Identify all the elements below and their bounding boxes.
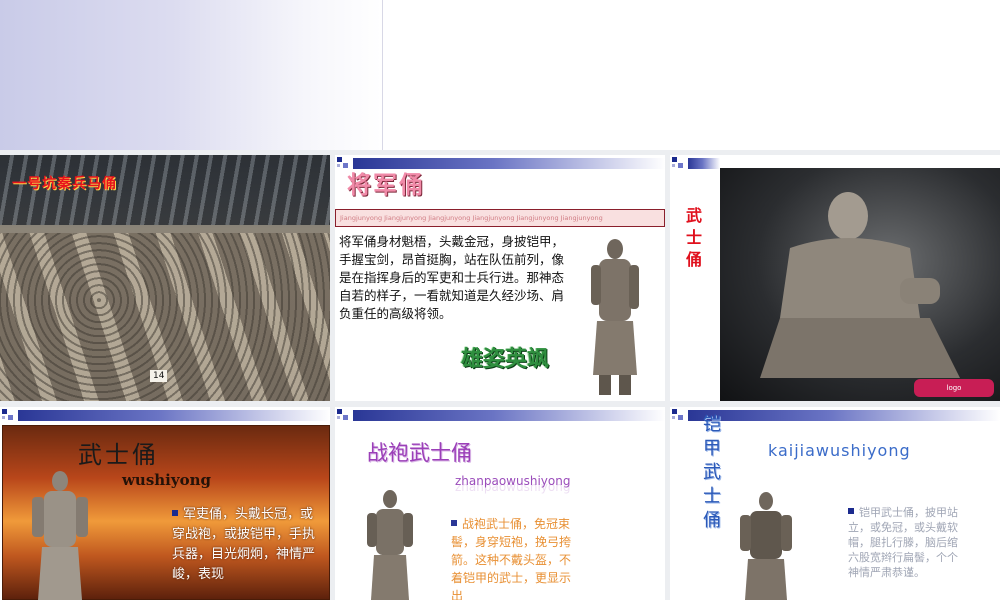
corner-squares-icon [335, 407, 351, 423]
bullet-military-officer: 军吏俑，头戴长冠，或穿战袍，或披铠甲，手执兵器，目光炯炯，神情严峻，表现 [172, 507, 316, 582]
warrior-statue-image [32, 471, 88, 600]
slide-6-pinyin: kaijiawushiyong [768, 441, 911, 460]
site-logo: logo [914, 379, 994, 397]
kneeling-warrior-photo [720, 168, 1000, 401]
slide-6-vertical-title: 铠甲武士俑 [703, 414, 721, 531]
bullet-robed-warrior: 战袍武士俑，免冠束髻，身穿短袍，挽弓挎箭。这种不戴头盔，不着铠甲的武士，更显示出 [451, 517, 572, 600]
photo-number-badge: 14 [150, 370, 168, 382]
slide-1-title: 一号坑秦兵马俑 [12, 176, 117, 192]
banner-divider [382, 0, 383, 150]
banner-gradient [0, 0, 382, 150]
bullet-square-icon [451, 520, 457, 526]
bullet-square-icon [848, 508, 854, 514]
header-banner [0, 0, 1000, 150]
bullet-square-icon [172, 510, 178, 516]
title-gradient-bar [353, 410, 665, 421]
corner-squares-icon [670, 407, 686, 423]
slide-2-title: 将军俑 [347, 170, 425, 199]
title-gradient-bar [688, 410, 1000, 421]
slide-5-pinyin: zhanpaowushiyong [455, 474, 571, 488]
slide-thumbnail-2[interactable]: 将军俑 Jiangjunyong Jiangjunyong Jiangjunyo… [335, 155, 665, 401]
armored-warrior-image [740, 492, 792, 600]
slide-4-pinyin: wushiyong [122, 471, 211, 489]
corner-squares-icon [0, 407, 16, 423]
slide-sorter-view: 一号坑秦兵马俑 14 将军俑 Jiangjunyong Jiangjunyong… [0, 0, 1000, 600]
robed-warrior-image [367, 490, 413, 600]
title-gradient-bar [688, 158, 720, 169]
general-description: 将军俑身材魁梧，头戴金冠，身披铠甲，手握宝剑，昂首挺胸，站在队伍前列，像是在指挥… [339, 234, 565, 321]
slide-thumbnail-1[interactable]: 一号坑秦兵马俑 14 [0, 155, 330, 401]
slide-thumbnail-3[interactable]: 武士俑 logo [670, 155, 1000, 401]
pinyin-strip: Jiangjunyong Jiangjunyong Jiangjunyong J… [335, 209, 665, 227]
corner-squares-icon [670, 155, 686, 171]
slide-3-vertical-title: 武士俑 [685, 206, 702, 269]
slide-thumbnail-6[interactable]: 铠甲武士俑 kaijiawushiyong 铠甲武士俑，披甲站立，或免冠，或头戴… [670, 407, 1000, 600]
slide-5-title: 战袍武士俑 [367, 441, 472, 465]
kneeling-warrior-figure [760, 192, 960, 378]
slogan-wordart: 雄姿英飒 [461, 346, 550, 372]
slide-thumbnail-4[interactable]: 武士俑 wushiyong 军吏俑，头戴长冠，或穿战袍，或披铠甲，手执兵器，目光… [0, 407, 330, 600]
slide-4-title: 武士俑 [78, 441, 159, 469]
title-gradient-bar [18, 410, 330, 421]
general-statue-image [591, 239, 639, 395]
slide-thumbnail-5[interactable]: 战袍武士俑 zhanpaowushiyong 战袍武士俑，免冠束髻，身穿短袍，挽… [335, 407, 665, 600]
bullet-armored-warrior: 铠甲武士俑，披甲站立，或免冠，或头戴软帽，腿扎行滕，脑后绾六股宽辫行扁髻，个个神… [848, 506, 958, 579]
